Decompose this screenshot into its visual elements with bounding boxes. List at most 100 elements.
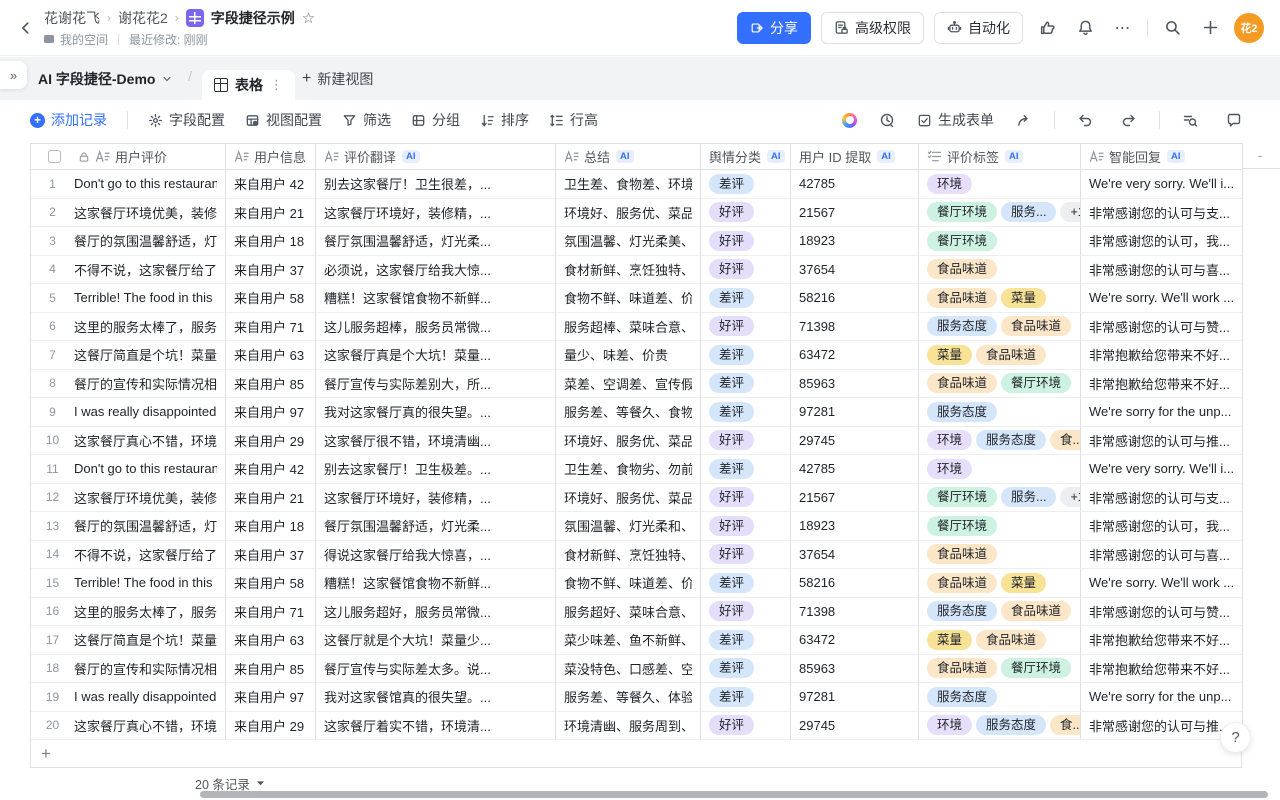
- cell-summary[interactable]: 菜没特色、口感差、空...: [564, 659, 692, 678]
- cell-summary[interactable]: 氛围温馨、灯光柔美、...: [564, 231, 692, 250]
- cell-user-info[interactable]: 来自用户 42 7...: [234, 459, 307, 478]
- cell-review-translation[interactable]: 这儿服务超棒，服务员常微...: [324, 317, 491, 336]
- cell-user-info[interactable]: 来自用户 63 4...: [234, 345, 307, 364]
- tag-badge[interactable]: 餐厅环境: [927, 202, 997, 222]
- tag-badge[interactable]: 菜量: [1001, 288, 1046, 308]
- cell-review-translation[interactable]: 别去这家餐厅！卫生很差，...: [324, 174, 491, 193]
- tag-badge[interactable]: 环境: [927, 430, 972, 450]
- cell-user-review[interactable]: 这家餐厅环境优美，装修精致...: [74, 488, 217, 507]
- cell-smart-reply[interactable]: 非常感谢您的认可与赞...: [1089, 602, 1230, 621]
- sentiment-badge[interactable]: 差评: [709, 288, 754, 308]
- horizontal-scrollbar[interactable]: [200, 791, 1268, 798]
- cell-user-review[interactable]: 不得不说，这家餐厅给了我很...: [74, 545, 217, 564]
- cell-user-id[interactable]: 37654: [799, 547, 835, 562]
- cell-user-id[interactable]: 97281: [799, 689, 835, 704]
- cell-smart-reply[interactable]: We're very sorry. We'll i...: [1089, 461, 1234, 476]
- cell-user-review[interactable]: 这家餐厅真心不错，环境清幽...: [74, 431, 217, 450]
- cell-review-translation[interactable]: 糟糕！这家餐馆食物不新鲜...: [324, 288, 491, 307]
- sentiment-badge[interactable]: 好评: [709, 316, 754, 336]
- cell-tags[interactable]: 食品味道餐厅环境: [919, 655, 1081, 684]
- sentiment-badge[interactable]: 差评: [709, 687, 754, 707]
- cell-user-review[interactable]: Don't go to this restaurant! ...: [74, 461, 217, 476]
- cell-smart-reply[interactable]: 非常感谢您的认可与支...: [1089, 203, 1230, 222]
- tag-badge[interactable]: 食...: [1050, 715, 1081, 735]
- table-row[interactable]: 17这餐厅简直是个坑！菜量少得... 来自用户 63 4... 这餐厅就是个大坑…: [30, 626, 1243, 655]
- cell-tags[interactable]: 服务态度食品味道: [919, 598, 1081, 627]
- cell-user-review[interactable]: 这餐厅简直是个坑！菜量少得...: [74, 345, 217, 364]
- cell-user-review[interactable]: 这家餐厅真心不错，环境清幽...: [74, 716, 217, 735]
- tag-badge[interactable]: 食...: [1050, 430, 1081, 450]
- cell-user-info[interactable]: 来自用户 18 92...: [234, 516, 307, 535]
- tag-badge[interactable]: 食品味道: [1001, 601, 1071, 621]
- cell-review-translation[interactable]: 必须说，这家餐厅给我大惊...: [324, 260, 491, 279]
- add-record-button[interactable]: + 添加记录: [30, 110, 107, 130]
- cell-summary[interactable]: 环境好、服务优、菜品佳: [564, 488, 692, 507]
- cell-review-translation[interactable]: 这餐厅就是个大坑！菜量少...: [324, 630, 491, 649]
- cell-review-translation[interactable]: 我对这家餐馆真的很失望。...: [324, 687, 491, 706]
- sentiment-badge[interactable]: 好评: [709, 487, 754, 507]
- cell-tags[interactable]: 环境: [919, 455, 1081, 484]
- cell-review-translation[interactable]: 得说这家餐厅给我大惊喜，...: [324, 545, 491, 564]
- cell-summary[interactable]: 菜差、空调差、宣传假: [564, 374, 692, 393]
- cell-tags[interactable]: 食品味道: [919, 541, 1081, 570]
- cell-user-review[interactable]: Terrible! The food in this rest...: [74, 290, 217, 305]
- sentiment-badge[interactable]: 差评: [709, 174, 754, 194]
- cell-tags[interactable]: 服务态度食品味道: [919, 313, 1081, 342]
- cell-smart-reply[interactable]: We're sorry for the unp...: [1089, 404, 1231, 419]
- cell-tags[interactable]: 食品味道餐厅环境: [919, 370, 1081, 399]
- cell-user-id[interactable]: 29745: [799, 718, 835, 733]
- tag-badge[interactable]: 餐厅环境: [927, 516, 997, 536]
- cell-user-id[interactable]: 37654: [799, 262, 835, 277]
- cell-review-translation[interactable]: 这家餐厅很不错，环境清幽...: [324, 431, 491, 450]
- cell-user-info[interactable]: 来自用户 37 6...: [234, 545, 307, 564]
- cell-tags[interactable]: 食品味道菜量: [919, 284, 1081, 313]
- table-row[interactable]: 12这家餐厅环境优美，装修精致... 来自用户 21 56... 这家餐厅环境好…: [30, 484, 1243, 513]
- cell-user-info[interactable]: 来自用户 97 2...: [234, 402, 307, 421]
- cell-tags[interactable]: 餐厅环境服务...+1: [919, 199, 1081, 228]
- cell-review-translation[interactable]: 餐厅宣传与实际差别大，所...: [324, 374, 491, 393]
- cell-user-info[interactable]: 来自用户 71 39...: [234, 602, 307, 621]
- tag-badge[interactable]: 食品味道: [927, 259, 997, 279]
- cell-smart-reply[interactable]: 非常抱歉给您带来不好...: [1089, 630, 1230, 649]
- cell-user-id[interactable]: 71398: [799, 604, 835, 619]
- filter-button[interactable]: 筛选: [342, 110, 391, 130]
- cell-review-translation[interactable]: 这儿服务超好，服务员常微...: [324, 602, 491, 621]
- column-header[interactable]: 用户评价: [31, 144, 226, 170]
- cell-smart-reply[interactable]: 非常抱歉给您带来不好...: [1089, 659, 1230, 678]
- cell-tags[interactable]: 食品味道菜量: [919, 569, 1081, 598]
- cell-user-info[interactable]: 来自用户 18 92...: [234, 231, 307, 250]
- ai-assistant-icon[interactable]: [842, 113, 857, 128]
- cell-summary[interactable]: 环境清幽、服务周到、...: [564, 716, 692, 735]
- table-row[interactable]: 19I was really disappointed wit... 来自用户 …: [30, 683, 1243, 712]
- view-switcher[interactable]: AI 字段捷径-Demo: [38, 57, 173, 100]
- tag-badge[interactable]: 服务态度: [927, 316, 997, 336]
- cell-user-id[interactable]: 85963: [799, 376, 835, 391]
- tag-badge[interactable]: 食品味道: [1001, 316, 1071, 336]
- cell-user-review[interactable]: 这家餐厅环境优美，装修精致...: [74, 203, 217, 222]
- breadcrumb-item[interactable]: 花谢花飞: [44, 8, 100, 28]
- cell-user-id[interactable]: 18923: [799, 233, 835, 248]
- cell-tags[interactable]: 环境服务态度食...: [919, 712, 1081, 741]
- breadcrumb-item[interactable]: 谢花花2: [118, 8, 168, 28]
- cell-smart-reply[interactable]: We're sorry for the unp...: [1089, 689, 1231, 704]
- cell-user-info[interactable]: 来自用户 58 21...: [234, 288, 307, 307]
- comments-button[interactable]: [1220, 106, 1248, 134]
- cell-user-review[interactable]: I was really disappointed wit...: [74, 404, 217, 419]
- tag-badge[interactable]: 餐厅环境: [927, 231, 997, 251]
- cell-user-review[interactable]: 不得不说，这家餐厅给了我很...: [74, 260, 217, 279]
- cell-review-translation[interactable]: 餐厅宣传与实际差太多。说...: [324, 659, 491, 678]
- cell-smart-reply[interactable]: 非常感谢您的认可与喜...: [1089, 260, 1230, 279]
- column-header[interactable]: 用户 ID 提取 AI: [791, 144, 919, 170]
- cell-summary[interactable]: 环境好、服务优、菜品佳: [564, 431, 692, 450]
- column-header[interactable]: 智能回复 AI: [1081, 144, 1243, 170]
- cell-user-id[interactable]: 42785: [799, 461, 835, 476]
- cell-user-id[interactable]: 58216: [799, 575, 835, 590]
- sentiment-badge[interactable]: 差评: [709, 373, 754, 393]
- sort-button[interactable]: 排序: [480, 110, 529, 130]
- share-button[interactable]: 分享: [737, 12, 811, 44]
- tab-menu-icon[interactable]: ⋮: [270, 77, 283, 93]
- cell-tags[interactable]: 菜量食品味道: [919, 341, 1081, 370]
- column-header[interactable]: 评价标签 AI: [919, 144, 1081, 170]
- cell-review-translation[interactable]: 这家餐厅着实不错，环境清...: [324, 716, 491, 735]
- cell-user-review[interactable]: 这餐厅简直是个坑！菜量少得...: [74, 630, 217, 649]
